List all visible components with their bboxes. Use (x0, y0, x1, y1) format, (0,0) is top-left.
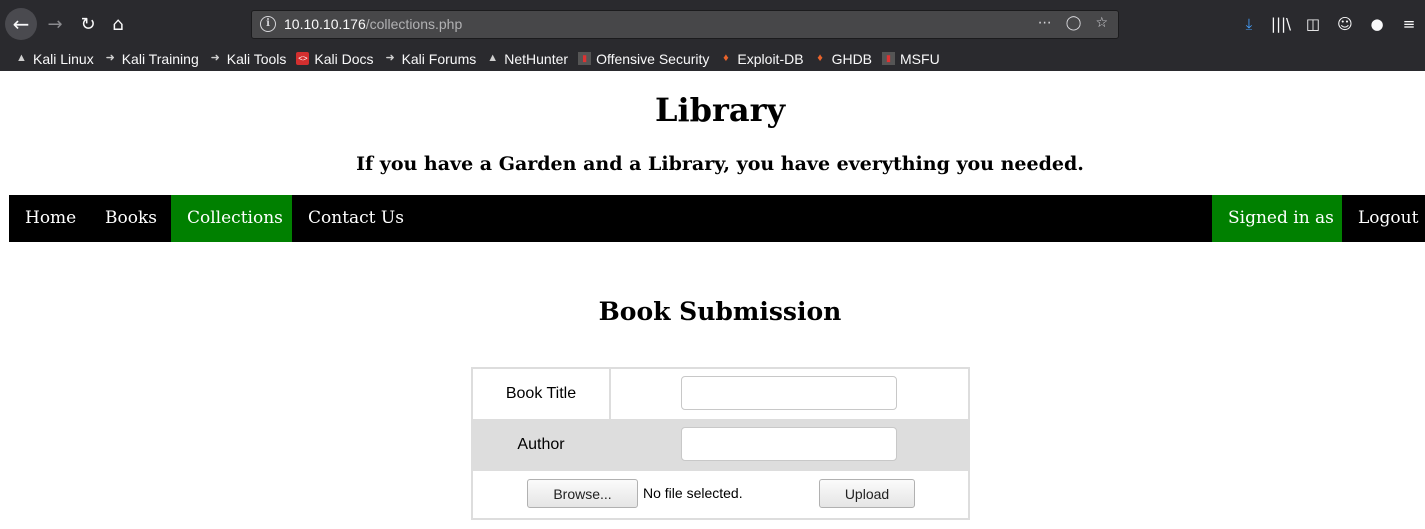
arrow-left-icon: ← (12, 12, 30, 36)
nav-collections[interactable]: Collections (171, 195, 292, 242)
kali-dragon-icon: ➜ (385, 52, 395, 64)
kali-dragon-icon: ➜ (105, 52, 115, 64)
pocket-icon[interactable]: ◯ (1066, 15, 1082, 31)
sidebar-icon[interactable]: ◫ (1297, 12, 1329, 36)
home-button[interactable]: ⌂ (103, 9, 133, 39)
upload-button[interactable]: Upload (819, 479, 915, 508)
forward-button[interactable]: → (40, 9, 70, 39)
url-actions: ⋯ ◯ ☆ (1038, 15, 1108, 31)
offsec-icon: ▮ (882, 52, 896, 65)
bookmark-label: MSFU (900, 50, 940, 67)
more-actions-icon[interactable]: ⋯ (1038, 15, 1052, 31)
bookmark-item[interactable]: ▲ Kali Linux (15, 51, 94, 67)
url-text: 10.10.10.176/collections.php (284, 16, 462, 32)
browse-button[interactable]: Browse... (527, 479, 638, 508)
bookmark-item[interactable]: ▮ MSFU (882, 51, 940, 67)
bookmark-star-icon[interactable]: ☆ (1095, 15, 1108, 31)
file-upload-row: Browse... No file selected. Upload (473, 471, 968, 518)
kali-docs-icon: <> (296, 52, 310, 65)
reload-icon: ↻ (80, 13, 96, 35)
author-row: Author (473, 419, 968, 471)
site-title: Library (654, 91, 786, 129)
browser-toolbar: ← → ↻ ⌂ i 10.10.10.176/collections.php ⋯… (0, 0, 1425, 46)
arrow-right-icon: → (47, 13, 63, 35)
library-icon[interactable]: |||\ (1265, 12, 1297, 36)
bookmark-label: Kali Tools (226, 50, 287, 67)
back-button[interactable]: ← (5, 8, 37, 40)
offsec-icon: ▮ (578, 52, 592, 65)
book-title-input[interactable] (681, 376, 897, 410)
main-navbar: Home Books Collections Contact Us Signed… (9, 195, 1425, 242)
file-status: No file selected. (643, 485, 743, 501)
bookmark-item[interactable]: ▲ NetHunter (486, 51, 568, 67)
menu-icon[interactable]: ≡ (1393, 12, 1425, 36)
bookmark-item[interactable]: ♦ Exploit-DB (719, 51, 803, 67)
browser-chrome: ← → ↻ ⌂ i 10.10.10.176/collections.php ⋯… (0, 0, 1425, 71)
exploitdb-icon: ♦ (817, 52, 823, 64)
url-path: /collections.php (365, 16, 463, 32)
bookmark-item[interactable]: ➜ Kali Training (104, 51, 199, 67)
book-title-row: Book Title (473, 369, 968, 419)
kali-dragon-icon: ➜ (210, 52, 220, 64)
book-submission-form: Book Title Author Browse... No file sele… (471, 367, 970, 520)
page-content: Library If you have a Garden and a Libra… (0, 71, 1425, 529)
form-heading: Book Submission (598, 297, 842, 326)
bookmark-item[interactable]: ➜ Kali Tools (209, 51, 287, 67)
exploitdb-icon: ♦ (723, 52, 729, 64)
nav-home[interactable]: Home (9, 195, 92, 242)
author-label: Author (517, 436, 565, 453)
bookmark-label: Kali Training (121, 50, 199, 67)
extension-icon[interactable]: ● (1361, 12, 1393, 36)
url-host: 10.10.10.176 (284, 16, 366, 32)
nav-contact-us[interactable]: Contact Us (292, 195, 420, 242)
bookmark-label: NetHunter (504, 50, 569, 67)
bookmarks-toolbar: ▲ Kali Linux ➜ Kali Training ➜ Kali Tools <… (0, 46, 1425, 71)
bookmark-label: Kali Linux (33, 50, 94, 67)
bookmark-label: Kali Forums (401, 50, 477, 67)
site-tagline: If you have a Garden and a Library, you … (356, 153, 1084, 175)
home-icon: ⌂ (112, 13, 124, 35)
bookmark-item[interactable]: ▮ Offensive Security (578, 51, 709, 67)
kali-dragon-icon: ▲ (16, 52, 27, 64)
nav-signed-in[interactable]: Signed in as (1212, 195, 1342, 242)
kali-dragon-icon: ▲ (487, 52, 499, 64)
bookmark-label: Offensive Security (596, 50, 710, 67)
nav-logout[interactable]: Logout (1342, 195, 1425, 242)
url-bar[interactable]: i 10.10.10.176/collections.php ⋯ ◯ ☆ (251, 10, 1119, 39)
download-icon[interactable]: ⤓ (1233, 12, 1265, 36)
reload-button[interactable]: ↻ (73, 9, 103, 39)
bookmark-item[interactable]: ♦ GHDB (814, 51, 872, 67)
info-icon[interactable]: i (260, 16, 276, 32)
bookmark-label: GHDB (831, 50, 873, 67)
bookmark-label: Exploit-DB (737, 50, 804, 67)
book-title-label: Book Title (473, 369, 611, 419)
bookmark-label: Kali Docs (314, 50, 374, 67)
toolbar-right-icons: ⤓ |||\ ◫ ☺ ● ≡ (1233, 12, 1425, 36)
author-input[interactable] (681, 427, 897, 461)
nav-books[interactable]: Books (89, 195, 173, 242)
smiley-icon[interactable]: ☺ (1329, 12, 1361, 36)
bookmark-item[interactable]: <> Kali Docs (296, 50, 374, 67)
bookmark-item[interactable]: ➜ Kali Forums (384, 50, 477, 67)
